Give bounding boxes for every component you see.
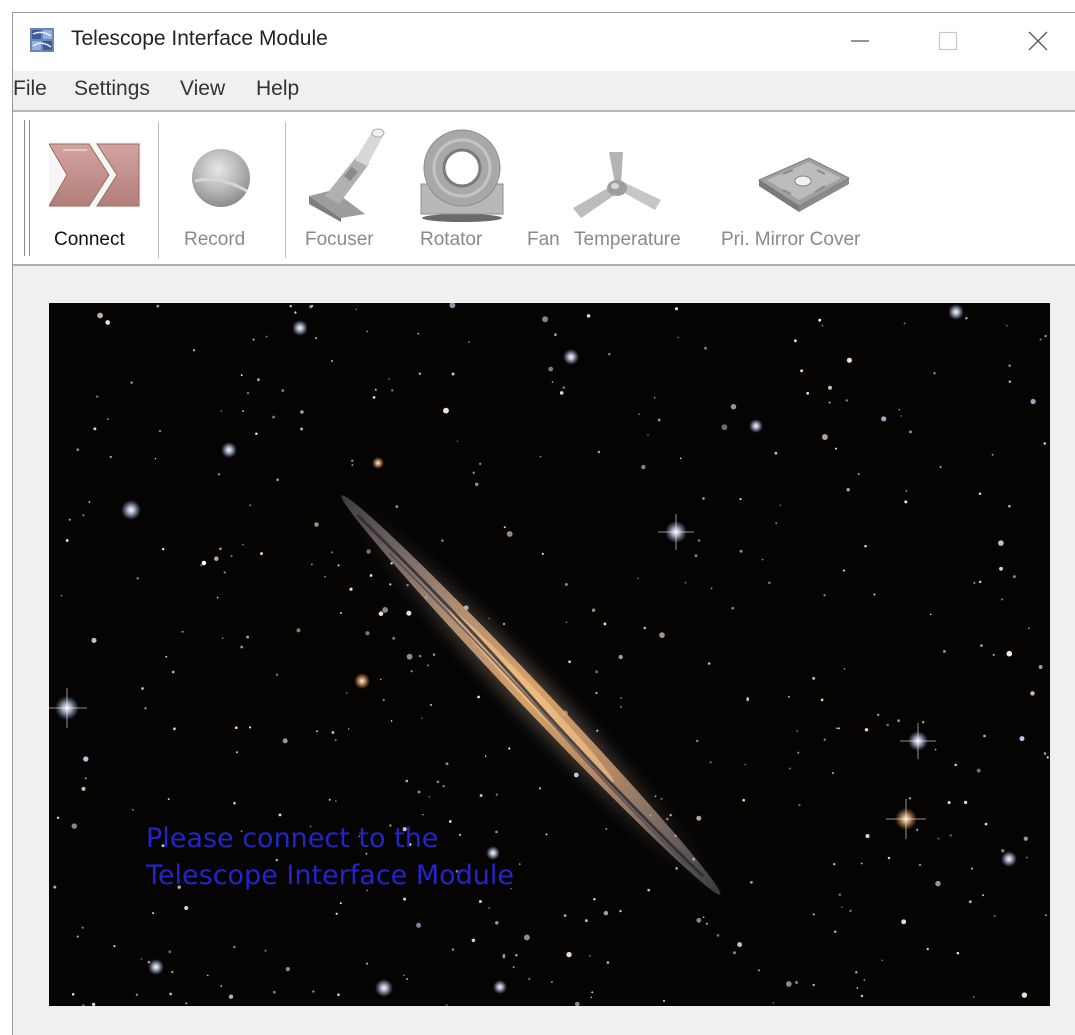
focuser-label: Focuser <box>305 229 374 250</box>
toolbar-separator <box>285 122 286 258</box>
minimize-button[interactable] <box>830 19 890 63</box>
minimize-icon <box>851 40 869 42</box>
image-viewport: Please connect to the Telescope Interfac… <box>49 303 1050 1006</box>
focuser-button[interactable]: Focuser <box>293 112 393 264</box>
close-icon <box>1028 31 1048 51</box>
title-bar[interactable]: Telescope Interface Module <box>13 13 1075 71</box>
record-label: Record <box>184 229 246 250</box>
rotator-button[interactable]: Rotator <box>409 112 509 264</box>
window-title: Telescope Interface Module <box>71 27 328 50</box>
maximize-icon <box>938 31 958 51</box>
toolbar: Connect Record Focuser Rotator Fan Tempe… <box>13 112 1075 264</box>
connect-chevrons-icon <box>49 142 141 208</box>
mirror-cover-icon <box>757 157 851 212</box>
connection-message-line-1: Please connect to the <box>146 823 439 854</box>
maximize-button[interactable] <box>918 19 978 63</box>
menu-bar: File Settings View Help <box>13 71 1075 110</box>
menu-help[interactable]: Help <box>256 77 299 101</box>
temperature-button[interactable]: Temperature <box>569 112 697 264</box>
app-window: Telescope Interface Module File Settings… <box>12 12 1075 1035</box>
menu-settings[interactable]: Settings <box>74 77 150 101</box>
rotator-label: Rotator <box>420 229 483 250</box>
toolbar-grip[interactable] <box>24 120 30 256</box>
app-icon <box>30 28 54 52</box>
fan-label: Fan <box>527 229 560 250</box>
connection-message-line-2: Telescope Interface Module <box>146 860 515 891</box>
record-button[interactable]: Record <box>163 112 285 264</box>
fan-icon <box>573 152 661 218</box>
connection-message: Please connect to the Telescope Interfac… <box>146 820 514 894</box>
menu-file[interactable]: File <box>13 77 47 101</box>
connect-label: Connect <box>54 229 125 250</box>
rotator-icon <box>420 129 504 222</box>
close-button[interactable] <box>1008 19 1068 63</box>
mirror-cover-button[interactable]: Pri. Mirror Cover <box>717 112 889 264</box>
toolbar-separator <box>158 122 159 258</box>
toolbar-divider <box>13 264 1075 266</box>
mirror-cover-label: Pri. Mirror Cover <box>721 229 861 250</box>
connect-button[interactable]: Connect <box>35 112 159 264</box>
fan-button[interactable]: Fan <box>525 112 569 264</box>
galaxy-starfield-image <box>49 303 1050 1006</box>
temperature-label: Temperature <box>574 229 681 250</box>
menu-view[interactable]: View <box>180 77 225 101</box>
record-sphere-icon <box>192 149 250 207</box>
focuser-icon <box>309 128 385 222</box>
